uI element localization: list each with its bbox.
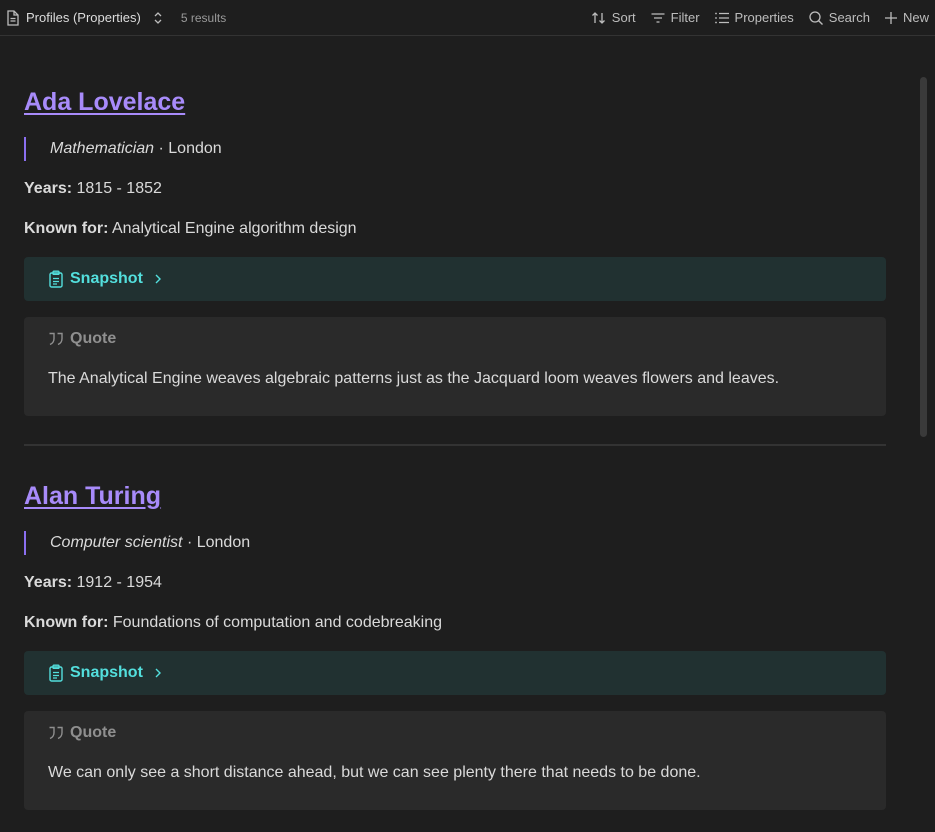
snapshot-label: Snapshot [70, 664, 143, 681]
years-field: Years: 1912 - 1954 [24, 571, 886, 595]
profile-city: · London [182, 534, 251, 551]
quote-header: Quote [48, 723, 862, 743]
view-name: Profiles (Properties) [26, 10, 141, 25]
chevron-right-icon [153, 273, 163, 285]
search-button[interactable]: Search [808, 10, 870, 26]
snapshot-callout[interactable]: Snapshot [24, 651, 886, 695]
search-label: Search [828, 10, 870, 25]
years-field: Years: 1815 - 1852 [24, 177, 886, 201]
clipboard-icon [48, 664, 64, 682]
known-for-field: Known for: Analytical Engine algorithm d… [24, 217, 886, 241]
profile-title-link[interactable]: Ada Lovelace [24, 88, 185, 117]
quote-label: Quote [70, 724, 117, 741]
years-label: Years: [24, 574, 73, 591]
scrollbar-thumb[interactable] [920, 77, 927, 437]
sort-icon [591, 10, 607, 26]
profile-card: Alan Turing Computer scientist · London … [24, 482, 886, 810]
filter-label: Filter [670, 10, 700, 25]
view-selector[interactable]: Profiles (Properties) 5 results [6, 9, 227, 26]
quote-callout: Quote We can only see a short distance a… [24, 711, 886, 810]
years-value: 1815 - 1852 [72, 180, 162, 197]
quote-callout: Quote The Analytical Engine weaves algeb… [24, 317, 886, 416]
toolbar: Profiles (Properties) 5 results Sort Fil… [0, 0, 935, 36]
quote-label: Quote [70, 330, 117, 347]
known-for-value: Analytical Engine algorithm design [108, 220, 357, 237]
profile-city: · London [154, 140, 222, 157]
quote-icon [48, 332, 64, 346]
divider [24, 444, 886, 446]
profile-role: Computer scientist [50, 534, 183, 551]
properties-button[interactable]: Properties [714, 10, 794, 26]
filter-button[interactable]: Filter [650, 10, 700, 26]
properties-label: Properties [734, 10, 794, 25]
profile-subtitle: Mathematician · London [24, 137, 886, 161]
profile-subtitle: Computer scientist · London [24, 531, 886, 555]
clipboard-icon [48, 270, 64, 288]
known-for-value: Foundations of computation and codebreak… [108, 614, 442, 631]
known-for-label: Known for: [24, 220, 109, 237]
profile-role: Mathematician [50, 140, 155, 157]
years-label: Years: [24, 180, 73, 197]
quote-text: We can only see a short distance ahead, … [48, 764, 701, 781]
profile-title-link[interactable]: Alan Turing [24, 482, 161, 511]
document-icon [6, 9, 20, 26]
results-count: 5 results [180, 10, 227, 25]
chevron-up-down-icon[interactable] [153, 11, 163, 25]
search-icon [808, 10, 824, 26]
snapshot-label: Snapshot [70, 270, 143, 287]
quote-header: Quote [48, 329, 862, 349]
profile-card: Ada Lovelace Mathematician · London Year… [24, 88, 886, 416]
chevron-right-icon [153, 667, 163, 679]
new-label: New [902, 10, 929, 25]
list-icon [714, 10, 730, 26]
sort-button[interactable]: Sort [591, 10, 636, 26]
quote-icon [48, 726, 64, 740]
plus-icon [884, 11, 898, 25]
snapshot-callout[interactable]: Snapshot [24, 257, 886, 301]
results-list[interactable]: Ada Lovelace Mathematician · London Year… [0, 37, 935, 832]
known-for-label: Known for: [24, 614, 109, 631]
filter-icon [650, 10, 666, 26]
sort-label: Sort [611, 10, 636, 25]
known-for-field: Known for: Foundations of computation an… [24, 611, 886, 635]
quote-text: The Analytical Engine weaves algebraic p… [48, 370, 780, 387]
new-button[interactable]: New [884, 10, 929, 25]
years-value: 1912 - 1954 [72, 574, 162, 591]
